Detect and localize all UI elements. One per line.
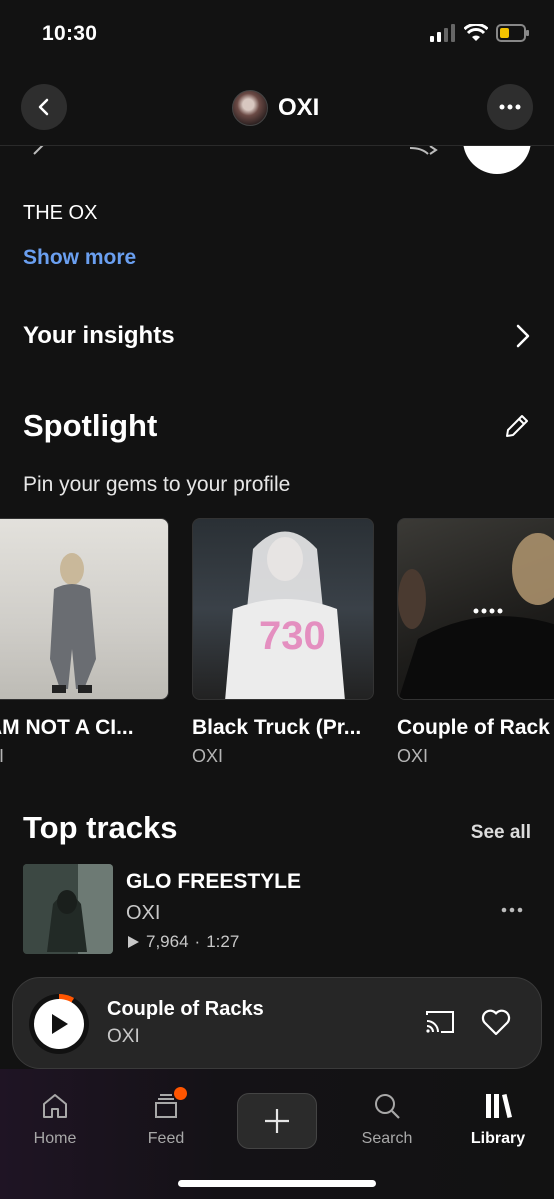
svg-text:730: 730: [259, 614, 326, 658]
search-icon: [375, 1094, 400, 1119]
mini-player-title: Couple of Racks: [107, 998, 264, 1020]
spotlight-title-text: Black Truck (Pr...: [192, 716, 362, 739]
mini-player[interactable]: Couple of Racks OXI: [12, 977, 542, 1069]
plus-icon: [265, 1109, 289, 1133]
tab-home-label: Home: [33, 1130, 77, 1147]
tab-feed[interactable]: Feed: [116, 1087, 216, 1148]
nav-title: OXI: [232, 90, 319, 126]
edit-icon[interactable]: [30, 146, 54, 156]
shuffle-icon[interactable]: [408, 146, 438, 156]
like-button[interactable]: [481, 1009, 511, 1041]
mini-play-button[interactable]: [34, 999, 84, 1049]
track-row[interactable]: GLO FREESTYLE OXI 7,964 · 1:27: [23, 864, 531, 954]
spotlight-card[interactable]: 730 Black Truck (Pr... OXI: [192, 518, 374, 767]
home-icon: [43, 1094, 67, 1118]
status-time: 10:30: [42, 22, 98, 45]
meta-separator: ·: [194, 932, 201, 951]
play-count-icon: [128, 936, 139, 948]
show-more-link[interactable]: Show more: [23, 246, 136, 270]
artwork-figure: [50, 553, 96, 693]
spotlight-card[interactable]: Couple of Rack OXI: [397, 518, 554, 767]
tab-library[interactable]: Library: [448, 1091, 548, 1148]
spotlight-card[interactable]: AM NOT A CI... XI: [0, 518, 169, 767]
scrolled-controls: [0, 146, 554, 178]
signal-icon: [430, 24, 455, 42]
see-all-link[interactable]: See all: [471, 822, 531, 844]
spotlight-artist-text: OXI: [192, 746, 224, 766]
play-all-button[interactable]: [463, 146, 531, 174]
tab-home[interactable]: Home: [5, 1091, 105, 1148]
status-icons: [430, 24, 530, 42]
battery-icon: [496, 24, 529, 42]
spotlight-artist-text: OXI: [397, 746, 429, 766]
home-indicator: [178, 1180, 376, 1187]
more-options-button[interactable]: [487, 84, 533, 130]
track-meta: 7,964 · 1:27: [126, 932, 239, 952]
spotlight-artwork: [0, 518, 169, 700]
back-button[interactable]: [21, 84, 67, 130]
spotlight-artwork: [397, 518, 554, 700]
track-artwork-figure: [23, 864, 113, 954]
track-title: GLO FREESTYLE: [126, 870, 302, 893]
top-tracks-header: Top tracks See all: [23, 810, 531, 846]
library-icon: [486, 1094, 512, 1118]
spotlight-title-text: Couple of Rack: [397, 716, 550, 739]
artwork-figure: 730: [225, 531, 345, 699]
mini-player-progress: [29, 994, 89, 1054]
spotlight-subtitle: Pin your gems to your profile: [23, 473, 291, 496]
spotlight-artist-text: XI: [0, 746, 5, 766]
more-icon: [501, 907, 523, 913]
insights-label: Your insights: [23, 322, 175, 349]
profile-name: OXI: [278, 94, 320, 121]
artwork-figure: [398, 533, 554, 699]
spotlight-title: Spotlight: [23, 408, 158, 443]
play-count: 7,964: [146, 932, 189, 951]
tab-library-label: Library: [470, 1130, 526, 1147]
track-more-button[interactable]: [501, 900, 523, 918]
feed-notification-dot: [174, 1087, 187, 1100]
tab-search[interactable]: Search: [337, 1091, 437, 1148]
tab-feed-label: Feed: [147, 1130, 185, 1147]
track-artwork: [23, 864, 113, 954]
play-icon: [52, 1014, 68, 1034]
create-button[interactable]: [237, 1093, 317, 1149]
spotlight-title-text: AM NOT A CI...: [0, 716, 134, 739]
track-duration: 1:27: [206, 932, 240, 951]
mini-player-artist: OXI: [107, 1026, 140, 1047]
track-artist: OXI: [126, 902, 161, 924]
spotlight-artwork: 730: [192, 518, 374, 700]
chevron-right-icon: [516, 324, 530, 348]
tab-bar: Home Feed Search Library: [0, 1069, 554, 1199]
spotlight-header: Spotlight: [23, 408, 531, 444]
wifi-icon: [464, 24, 488, 41]
more-icon: [499, 104, 521, 110]
cast-icon: [426, 1011, 454, 1033]
cast-button[interactable]: [425, 1009, 455, 1040]
insights-row[interactable]: Your insights: [23, 318, 531, 354]
pencil-icon[interactable]: [503, 412, 531, 440]
status-bar: 10:30: [0, 0, 554, 70]
heart-icon: [481, 1009, 511, 1036]
avatar: [232, 90, 268, 126]
top-tracks-title: Top tracks: [23, 810, 178, 845]
tab-search-label: Search: [361, 1130, 413, 1147]
profile-bio: THE OX: [23, 202, 98, 224]
back-icon: [38, 98, 49, 116]
top-nav: OXI: [0, 70, 554, 146]
